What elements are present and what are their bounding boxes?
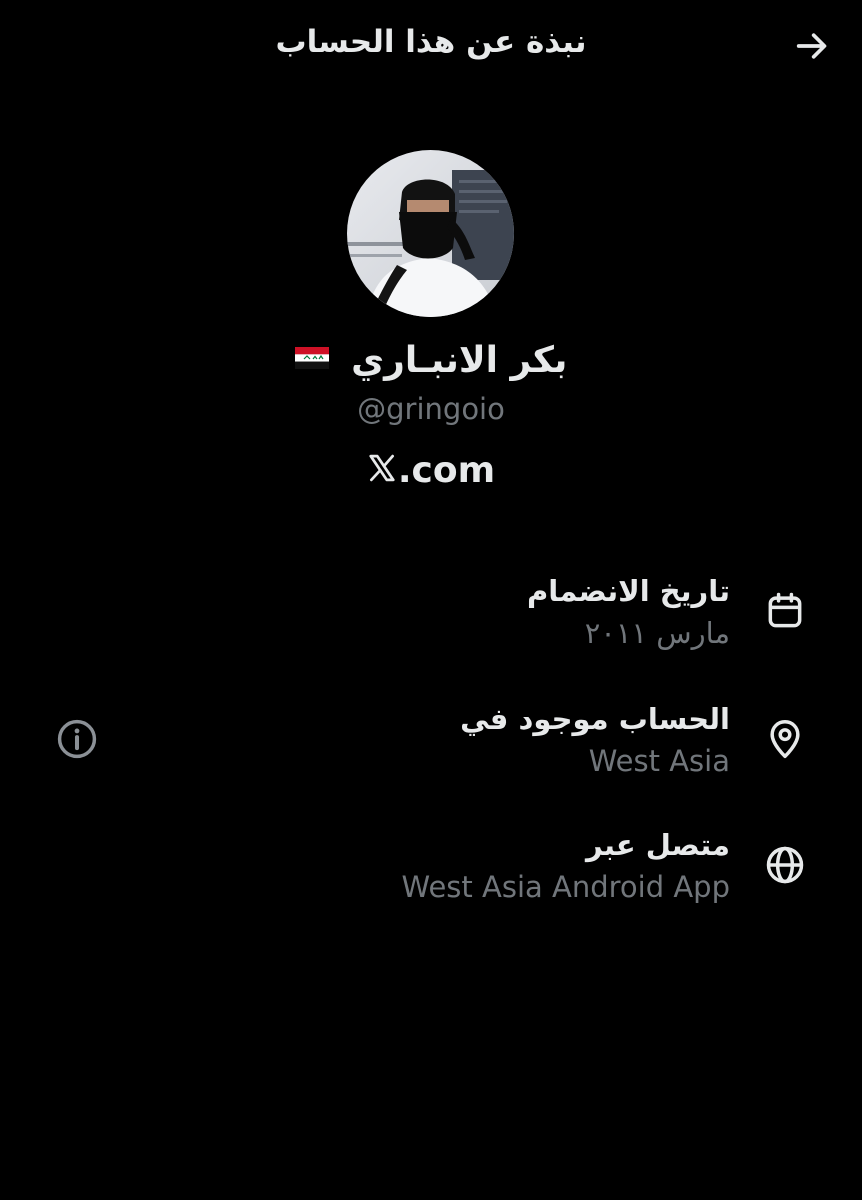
arrow-right-icon <box>796 33 827 59</box>
account-location-value: West Asia <box>588 744 730 778</box>
x-logo-icon <box>369 454 395 482</box>
avatar[interactable] <box>347 150 514 317</box>
calendar-icon <box>762 588 808 634</box>
display-name: بكر الانبـاري <box>181 340 681 381</box>
username-handle: @gringoio <box>357 392 505 426</box>
account-location-label: الحساب موجود في <box>460 702 730 736</box>
display-name-text: بكر الانبـاري <box>351 340 568 381</box>
top-bar: نبذة عن هذا الحساب <box>0 0 862 92</box>
platform-link[interactable]: .com <box>281 450 581 491</box>
account-location-row: الحساب موجود في West Asia <box>300 698 730 782</box>
joined-date-value: مارس ٢٠١١ <box>584 616 730 650</box>
joined-date-label: تاريخ الانضمام <box>527 574 730 608</box>
globe-icon <box>762 842 808 888</box>
platform-domain: .com <box>397 450 496 491</box>
connected-via-value: West Asia Android App <box>401 870 730 904</box>
joined-date-row: تاريخ الانضمام مارس ٢٠١١ <box>300 570 730 654</box>
back-button[interactable] <box>786 22 838 70</box>
page-title: نبذة عن هذا الحساب <box>275 24 587 60</box>
info-icon <box>57 719 97 759</box>
location-pin-icon <box>762 716 808 762</box>
connected-via-label: متصل عبر <box>585 828 730 862</box>
info-button[interactable] <box>54 716 100 762</box>
connected-via-row: متصل عبر West Asia Android App <box>300 824 730 908</box>
iraq-flag-icon <box>294 347 329 369</box>
